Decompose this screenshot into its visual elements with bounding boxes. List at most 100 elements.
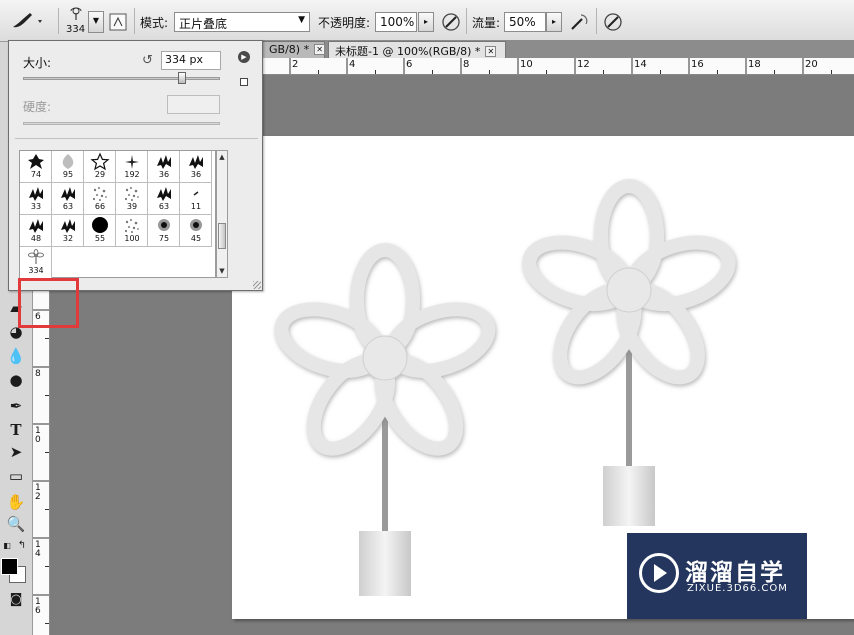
close-icon[interactable]: ✕ bbox=[314, 44, 326, 55]
brush-size-label: 95 bbox=[62, 170, 74, 179]
brush-size-label: 192 bbox=[124, 170, 140, 179]
preset-scrollbar[interactable]: ▲ ▼ bbox=[216, 150, 228, 278]
ruler-label: 14 bbox=[35, 540, 41, 559]
brush-preset-leaf[interactable]: 74 bbox=[20, 151, 52, 183]
reset-size-icon[interactable]: ↺ bbox=[142, 53, 153, 68]
brush-size-label: 29 bbox=[94, 170, 106, 179]
brush-preset-foliage[interactable]: 48 bbox=[20, 215, 52, 247]
foliage-brush-icon bbox=[29, 187, 43, 201]
brush-preset-flower[interactable]: 334 bbox=[20, 247, 52, 279]
resize-grip-icon[interactable] bbox=[253, 281, 261, 289]
separator bbox=[596, 8, 597, 34]
brush-size-label: 36 bbox=[190, 170, 202, 179]
tablet-pressure-opacity-icon[interactable] bbox=[440, 11, 462, 33]
opacity-input[interactable]: 100% bbox=[375, 12, 417, 32]
brush-preset-soft-blob[interactable]: 95 bbox=[52, 151, 84, 183]
divider bbox=[15, 138, 258, 139]
size-slider[interactable] bbox=[23, 77, 220, 80]
brush-preset-hard-round[interactable]: 55 bbox=[84, 215, 116, 247]
soft-round-brush-icon bbox=[158, 219, 170, 231]
brush-preset-soft-round[interactable]: 75 bbox=[148, 215, 180, 247]
size-label: 大小: bbox=[23, 56, 52, 70]
brush-preset-foliage[interactable]: 33 bbox=[20, 183, 52, 215]
brush-panel-icon[interactable] bbox=[108, 12, 128, 32]
hand-tool-icon[interactable]: ✋ bbox=[5, 492, 27, 512]
scatter-brush-icon bbox=[124, 219, 139, 233]
brush-preset-sparkle[interactable]: 192 bbox=[116, 151, 148, 183]
brush-size-label: 55 bbox=[94, 234, 106, 243]
brush-preset-star[interactable]: 29 bbox=[84, 151, 116, 183]
ruler-label: 8 bbox=[35, 369, 41, 379]
size-slider-thumb[interactable] bbox=[178, 72, 186, 84]
ruler-label: 18 bbox=[748, 59, 761, 70]
hardness-slider bbox=[23, 122, 220, 125]
brush-preset-scatter[interactable]: 39 bbox=[116, 183, 148, 215]
path-selection-tool-icon[interactable]: ➤ bbox=[5, 442, 27, 462]
type-tool-icon[interactable]: T bbox=[5, 420, 27, 440]
flow-slider-button[interactable]: ▸ bbox=[546, 12, 562, 32]
brush-preset-foliage[interactable]: 63 bbox=[148, 183, 180, 215]
foreground-color-swatch[interactable] bbox=[1, 558, 18, 575]
foliage-brush-icon bbox=[61, 219, 75, 233]
document-canvas[interactable]: 溜溜自学 ZIXUE.3D66.COM bbox=[232, 136, 854, 619]
scroll-down-icon[interactable]: ▼ bbox=[217, 265, 227, 277]
star-brush-icon bbox=[90, 152, 110, 171]
new-preset-icon[interactable] bbox=[240, 78, 248, 86]
default-colors-icon[interactable]: ◧ bbox=[1, 536, 13, 556]
mode-select[interactable]: 正片叠底 ▼ bbox=[174, 12, 310, 32]
hard-round-brush-icon bbox=[92, 217, 108, 233]
scatter-brush-icon bbox=[124, 187, 139, 201]
brush-preset-foliage[interactable]: 63 bbox=[52, 183, 84, 215]
tab-document-2[interactable]: 未标题-1 @ 100%(RGB/8) * ✕ bbox=[328, 41, 506, 58]
chevron-down-icon: ▼ bbox=[298, 15, 305, 25]
brush-preset-foliage[interactable]: 36 bbox=[148, 151, 180, 183]
pen-tool-icon[interactable]: ✒ bbox=[5, 396, 27, 416]
ruler-label: 10 bbox=[35, 426, 41, 445]
ruler-label: 4 bbox=[349, 59, 356, 70]
brush-preset-soft-round[interactable]: 45 bbox=[180, 215, 212, 247]
brush-preview-icon[interactable] bbox=[66, 6, 86, 22]
opacity-label: 不透明度: bbox=[318, 16, 371, 30]
brush-preset-foliage[interactable]: 32 bbox=[52, 215, 84, 247]
pot-2 bbox=[603, 466, 655, 526]
close-icon[interactable]: ✕ bbox=[485, 46, 497, 57]
brush-preset-dash[interactable]: 11 bbox=[180, 183, 212, 215]
separator bbox=[58, 8, 59, 34]
brush-size-label: 36 bbox=[158, 170, 170, 179]
scroll-up-icon[interactable]: ▲ bbox=[217, 151, 227, 163]
vertical-ruler: 6810121416 bbox=[33, 290, 50, 635]
watermark-url: ZIXUE.3D66.COM bbox=[687, 583, 788, 594]
dodge-tool-icon[interactable]: ● bbox=[5, 370, 27, 390]
hardness-label: 硬度: bbox=[23, 100, 52, 114]
blur-tool-icon[interactable]: 💧 bbox=[5, 346, 27, 366]
separator bbox=[466, 8, 467, 34]
zoom-tool-icon[interactable]: 🔍 bbox=[5, 514, 27, 534]
pot-1 bbox=[359, 531, 411, 596]
scatter-brush-icon bbox=[92, 187, 107, 201]
swap-colors-icon[interactable]: ↰ bbox=[16, 536, 28, 556]
size-input[interactable]: 334 px bbox=[161, 51, 221, 70]
opacity-slider-button[interactable]: ▸ bbox=[418, 12, 434, 32]
brush-preset-foliage[interactable]: 36 bbox=[180, 151, 212, 183]
tablet-pressure-size-icon[interactable] bbox=[602, 11, 624, 33]
hardness-input bbox=[167, 95, 220, 114]
airbrush-icon[interactable] bbox=[568, 11, 590, 33]
tab-document-1[interactable]: GB/8) * ✕ bbox=[262, 41, 326, 58]
tab-label: GB/8) * bbox=[269, 43, 310, 56]
quick-mask-icon[interactable]: ◙ bbox=[5, 590, 27, 610]
brush-size-label: 334 bbox=[28, 266, 44, 275]
rectangle-tool-icon[interactable]: ▭ bbox=[5, 466, 27, 486]
foliage-brush-icon bbox=[29, 219, 43, 233]
brush-picker-toggle[interactable]: ▼ bbox=[88, 11, 104, 33]
ruler-label: 14 bbox=[634, 59, 647, 70]
flow-input[interactable]: 50% bbox=[504, 12, 546, 32]
ruler-label: 12 bbox=[577, 59, 590, 70]
brush-size-label: 39 bbox=[126, 202, 138, 211]
soft-round-brush-icon bbox=[190, 219, 202, 231]
brush-preset-scatter[interactable]: 100 bbox=[116, 215, 148, 247]
picker-menu-icon[interactable]: ▶ bbox=[238, 51, 250, 63]
brush-preset-scatter[interactable]: 66 bbox=[84, 183, 116, 215]
document-tabs: GB/8) * ✕ 未标题-1 @ 100%(RGB/8) * ✕ bbox=[262, 40, 854, 58]
brush-tool-preset-icon[interactable] bbox=[10, 10, 46, 32]
scroll-thumb[interactable] bbox=[218, 223, 226, 249]
